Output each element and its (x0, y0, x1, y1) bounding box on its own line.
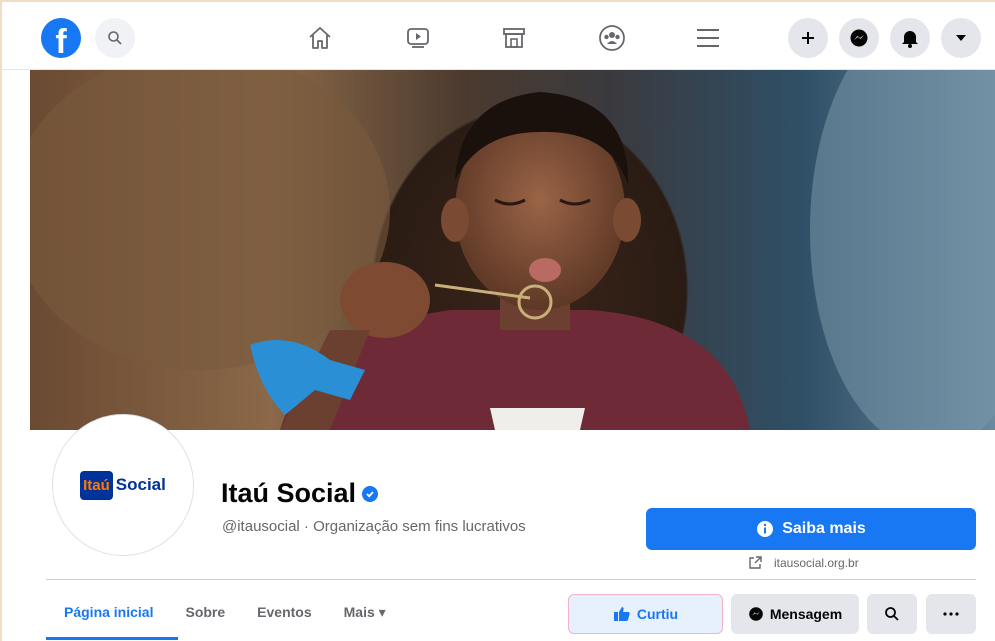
liked-button[interactable]: Curtiu (568, 594, 723, 634)
account-caret-icon[interactable] (941, 18, 981, 58)
facebook-logo-icon[interactable]: f (41, 18, 81, 61)
cover-photo-illustration (30, 70, 995, 430)
marketplace-icon[interactable] (498, 22, 530, 54)
page-search-button[interactable] (867, 594, 917, 634)
learn-more-label: Saiba mais (782, 520, 866, 537)
message-label: Mensagem (769, 606, 843, 622)
info-icon (757, 521, 774, 537)
website-url: itausocial.org.br (774, 556, 859, 570)
page-name-text: Itaú Social (221, 478, 357, 508)
header-divider (46, 579, 976, 580)
watch-icon[interactable] (402, 22, 434, 54)
liked-label: Curtiu (636, 606, 679, 622)
website-link[interactable]: itausocial.org.br (748, 556, 859, 570)
itau-logo-word: Social (115, 475, 166, 494)
search-icon[interactable] (95, 18, 135, 58)
learn-more-button[interactable]: Saiba mais (646, 508, 976, 550)
groups-icon[interactable] (596, 22, 628, 54)
top-navigation-bar: f (2, 2, 995, 70)
tab-about[interactable]: Sobre (185, 604, 225, 621)
tab-events[interactable]: Eventos (257, 604, 311, 621)
cover-photo[interactable] (30, 70, 995, 430)
plus-icon[interactable] (788, 18, 828, 58)
messenger-icon[interactable] (839, 18, 879, 58)
menu-icon[interactable] (692, 22, 724, 54)
verified-badge-icon (362, 485, 379, 502)
page-tabs: Página inicial Sobre Eventos Mais ▾ (64, 604, 418, 621)
page-handle-category: @itausocial · Organização sem fins lucra… (222, 518, 526, 535)
tab-more[interactable]: Mais ▾ (344, 604, 386, 621)
external-link-icon (749, 556, 762, 569)
search-icon (885, 607, 899, 621)
message-button[interactable]: Mensagem (731, 594, 859, 634)
home-icon[interactable] (304, 22, 336, 54)
thumbs-up-icon (613, 607, 630, 621)
itau-logo-mark: Itaú (80, 470, 113, 500)
ellipsis-icon (943, 612, 959, 616)
notifications-icon[interactable] (890, 18, 930, 58)
messenger-icon (749, 607, 763, 621)
tab-home[interactable]: Página inicial (64, 604, 153, 621)
page-title: Itaú Social (221, 478, 379, 509)
active-tab-indicator (46, 637, 178, 640)
more-options-button[interactable] (926, 594, 976, 634)
page-avatar[interactable]: Itaú Social (52, 414, 194, 556)
